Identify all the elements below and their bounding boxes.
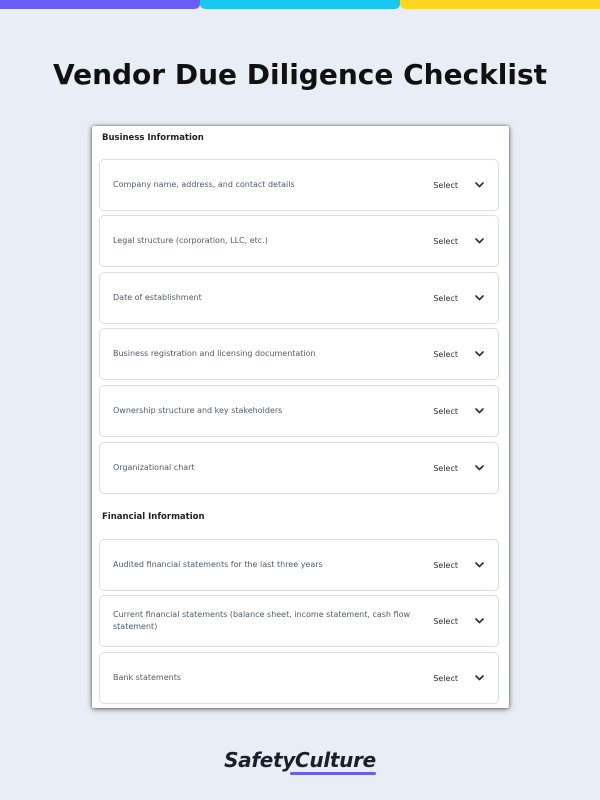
accent-bar-yellow	[400, 0, 600, 9]
item-label: Bank statements	[113, 673, 181, 682]
item-label: Company name, address, and contact detai…	[113, 180, 295, 189]
item-label: Audited financial statements for the las…	[113, 560, 323, 569]
select-dropdown[interactable]: Select	[433, 160, 458, 210]
item-label: Business registration and licensing docu…	[113, 349, 316, 358]
item-label: Date of establishment	[113, 293, 202, 302]
chevron-down-icon[interactable]	[475, 329, 484, 379]
logo-text: SafetyCulture	[224, 748, 376, 772]
select-dropdown[interactable]: Select	[433, 329, 458, 379]
select-dropdown[interactable]: Select	[433, 540, 458, 590]
checklist-item[interactable]: Current financial statements (balance sh…	[99, 595, 499, 647]
item-label: Organizational chart	[113, 463, 195, 472]
logo-underline	[290, 772, 376, 775]
section-heading-financial: Financial Information	[102, 512, 205, 522]
select-dropdown[interactable]: Select	[433, 443, 458, 493]
chevron-down-icon[interactable]	[475, 160, 484, 210]
checklist-item[interactable]: Audited financial statements for the las…	[99, 539, 499, 591]
checklist-item[interactable]: Company name, address, and contact detai…	[99, 159, 499, 211]
checklist-item[interactable]: Business registration and licensing docu…	[99, 328, 499, 380]
safetyculture-logo: SafetyCulture	[0, 748, 600, 775]
checklist-item[interactable]: Organizational chart Select	[99, 442, 499, 494]
select-dropdown[interactable]: Select	[433, 216, 458, 266]
chevron-down-icon[interactable]	[475, 443, 484, 493]
checklist-card: Business Information Company name, addre…	[92, 126, 509, 708]
checklist-item[interactable]: Legal structure (corporation, LLC, etc.)…	[99, 215, 499, 267]
item-label: Current financial statements (balance sh…	[113, 610, 410, 631]
item-label: Legal structure (corporation, LLC, etc.)	[113, 236, 268, 245]
page-title: Vendor Due Diligence Checklist	[52, 58, 548, 91]
select-dropdown[interactable]: Select	[433, 386, 458, 436]
select-dropdown[interactable]: Select	[433, 653, 458, 703]
checklist-item[interactable]: Bank statements Select	[99, 652, 499, 704]
chevron-down-icon[interactable]	[475, 596, 484, 646]
chevron-down-icon[interactable]	[475, 653, 484, 703]
item-label: Ownership structure and key stakeholders	[113, 406, 283, 415]
checklist-item[interactable]: Ownership structure and key stakeholders…	[99, 385, 499, 437]
top-accent-bar	[0, 0, 600, 9]
chevron-down-icon[interactable]	[475, 273, 484, 323]
accent-bar-cyan	[200, 0, 400, 9]
chevron-down-icon[interactable]	[475, 386, 484, 436]
chevron-down-icon[interactable]	[475, 540, 484, 590]
section-heading-business: Business Information	[102, 133, 204, 143]
logo-wordmark: SafetyCulture	[224, 748, 376, 775]
select-dropdown[interactable]: Select	[433, 273, 458, 323]
checklist-item[interactable]: Date of establishment Select	[99, 272, 499, 324]
chevron-down-icon[interactable]	[475, 216, 484, 266]
select-dropdown[interactable]: Select	[433, 596, 458, 646]
accent-bar-purple	[0, 0, 200, 9]
